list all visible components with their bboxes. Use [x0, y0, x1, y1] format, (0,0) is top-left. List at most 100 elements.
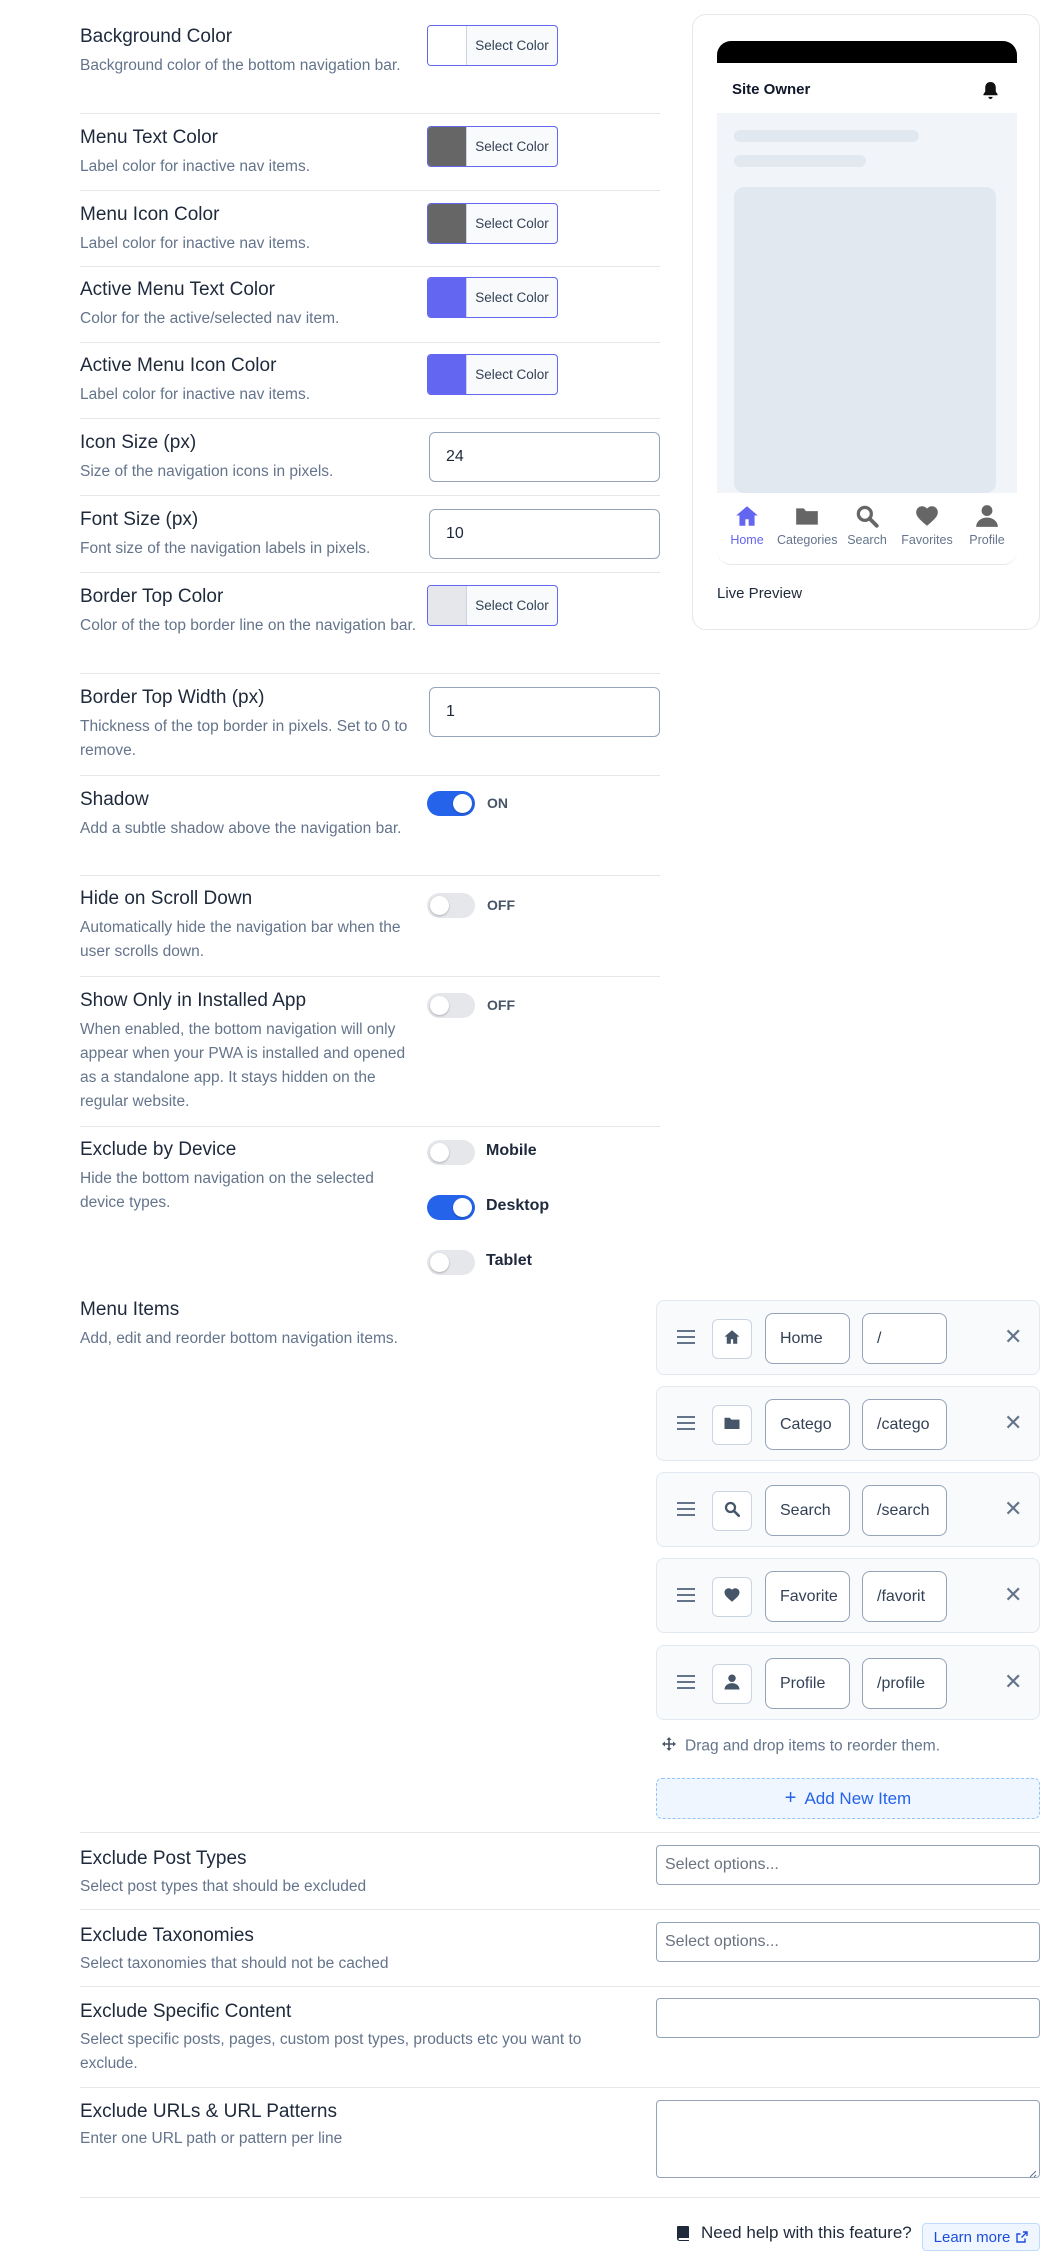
exclude-urls-textarea[interactable]: [656, 2100, 1040, 2178]
device-toggle-tablet[interactable]: [427, 1250, 475, 1275]
device-label-tablet: Tablet: [486, 1252, 532, 1269]
drag-handle-icon[interactable]: [677, 1330, 695, 1348]
border-top-color-picker[interactable]: Select Color: [427, 585, 558, 626]
reorder-hint-text: Drag and drop items to reorder them.: [685, 1737, 941, 1755]
nav-label: Profile: [969, 533, 1005, 547]
remove-item-close-icon[interactable]: ✕: [1004, 1325, 1022, 1349]
bell-icon: [982, 81, 999, 105]
active-icon-color-picker[interactable]: Select Color: [427, 354, 558, 395]
menu-item-label-input[interactable]: Profile: [765, 1658, 850, 1709]
remove-item-close-icon[interactable]: ✕: [1004, 1583, 1022, 1607]
toggle-state: OFF: [487, 997, 515, 1013]
drag-handle-icon[interactable]: [677, 1502, 695, 1520]
installed-app-toggle[interactable]: [427, 993, 475, 1018]
toggle-knob: [430, 1253, 449, 1272]
setting-description: Label color for inactive nav items.: [80, 235, 311, 252]
exclude-post-types-label: Exclude Post Types: [80, 1848, 247, 1869]
exclude-post-types-select[interactable]: Select options...: [656, 1845, 1040, 1885]
device-toggle-mobile[interactable]: [427, 1140, 475, 1165]
search-icon: [723, 1500, 741, 1523]
menu-text-color-picker[interactable]: Select Color: [427, 126, 558, 167]
device-toggle-desktop[interactable]: [427, 1195, 475, 1220]
preview-content: [717, 113, 1017, 493]
resize-handle-icon[interactable]: [1027, 2165, 1037, 2178]
move-icon: [661, 1736, 677, 1757]
nav-label: Home: [730, 533, 764, 547]
heart-icon: [897, 503, 957, 529]
divider: [80, 1832, 1040, 1833]
skeleton-line: [734, 130, 919, 142]
menu-item-row[interactable]: Profile /profile ✕: [656, 1645, 1040, 1720]
home-icon: [717, 503, 777, 529]
exclude-specific-content-select[interactable]: [656, 1998, 1040, 2038]
divider: [80, 1909, 1040, 1910]
folder-icon: [723, 1414, 741, 1437]
learn-more-link[interactable]: Learn more: [922, 2223, 1040, 2251]
setting-description: Color of the top border line on the navi…: [80, 617, 417, 634]
icon-picker[interactable]: [712, 1577, 752, 1617]
divider: [80, 2087, 1040, 2088]
border-top-width-input[interactable]: 1: [429, 687, 660, 737]
drag-handle-icon[interactable]: [677, 1675, 695, 1693]
heart-icon: [723, 1586, 741, 1609]
background-color-picker[interactable]: Select Color: [427, 25, 558, 66]
preview-nav-home: Home: [717, 503, 777, 547]
home-icon: [723, 1328, 741, 1351]
menu-item-row[interactable]: Favorite /favorit ✕: [656, 1558, 1040, 1633]
remove-item-close-icon[interactable]: ✕: [1004, 1411, 1022, 1435]
exclude-taxonomies-label: Exclude Taxonomies: [80, 1925, 254, 1946]
preview-nav-categories: Categories: [777, 503, 837, 547]
toggle-knob: [453, 1198, 472, 1217]
book-icon: [676, 2225, 691, 2241]
icon-picker[interactable]: [712, 1664, 752, 1704]
hide-on-scroll-toggle[interactable]: [427, 893, 475, 918]
nav-label: Categories: [777, 533, 838, 547]
setting-installed-app-only: Show Only in Installed App When enabled,…: [80, 977, 660, 1127]
live-preview-caption: Live Preview: [717, 585, 803, 602]
setting-description: Font size of the navigation labels in pi…: [80, 540, 371, 557]
menu-item-row[interactable]: Catego /catego ✕: [656, 1386, 1040, 1461]
menu-item-row[interactable]: Search /search ✕: [656, 1472, 1040, 1547]
exclude-taxonomies-select[interactable]: Select options...: [656, 1922, 1040, 1962]
icon-picker[interactable]: [712, 1319, 752, 1359]
select-color-label: Select Color: [475, 598, 549, 613]
menu-item-url-input[interactable]: /catego: [862, 1399, 947, 1450]
setting-description: Color for the active/selected nav item.: [80, 310, 340, 327]
menu-icon-color-picker[interactable]: Select Color: [427, 203, 558, 244]
menu-item-url-input[interactable]: /: [862, 1313, 947, 1364]
menu-items-label: Menu Items: [80, 1299, 180, 1320]
drag-handle-icon[interactable]: [677, 1588, 695, 1606]
menu-item-url-input[interactable]: /search: [862, 1485, 947, 1536]
menu-item-url-input[interactable]: /profile: [862, 1658, 947, 1709]
skeleton-block: [734, 187, 996, 493]
toggle-state: ON: [487, 795, 508, 811]
color-swatch: [428, 204, 467, 243]
menu-item-label-input[interactable]: Catego: [765, 1399, 850, 1450]
remove-item-close-icon[interactable]: ✕: [1004, 1497, 1022, 1521]
icon-picker[interactable]: [712, 1491, 752, 1531]
setting-label: Exclude by Device: [80, 1139, 237, 1160]
icon-picker[interactable]: [712, 1405, 752, 1445]
setting-border-top-width: Border Top Width (px) Thickness of the t…: [80, 674, 660, 776]
menu-item-url-input[interactable]: /favorit: [862, 1571, 947, 1622]
menu-item-label-input[interactable]: Favorite: [765, 1571, 850, 1622]
setting-description: Hide the bottom navigation on the select…: [80, 1170, 374, 1211]
menu-item-label-input[interactable]: Home: [765, 1313, 850, 1364]
preview-nav-search: Search: [837, 503, 897, 547]
select-color-label: Select Color: [475, 38, 549, 53]
setting-label: Menu Text Color: [80, 127, 218, 148]
menu-item-row[interactable]: Home / ✕: [656, 1300, 1040, 1375]
active-text-color-picker[interactable]: Select Color: [427, 277, 558, 318]
setting-label: Background Color: [80, 26, 233, 47]
setting-font-size: Font Size (px) Font size of the navigati…: [80, 496, 660, 573]
setting-icon-size: Icon Size (px) Size of the navigation ic…: [80, 419, 660, 496]
add-new-item-button[interactable]: + Add New Item: [656, 1778, 1040, 1819]
font-size-input[interactable]: 10: [429, 509, 660, 559]
menu-item-label-input[interactable]: Search: [765, 1485, 850, 1536]
icon-size-input[interactable]: 24: [429, 432, 660, 482]
remove-item-close-icon[interactable]: ✕: [1004, 1670, 1022, 1694]
search-icon: [837, 503, 897, 529]
shadow-toggle[interactable]: [427, 791, 475, 816]
drag-handle-icon[interactable]: [677, 1416, 695, 1434]
exclude-specific-content-description: Select specific posts, pages, custom pos…: [80, 2031, 582, 2072]
